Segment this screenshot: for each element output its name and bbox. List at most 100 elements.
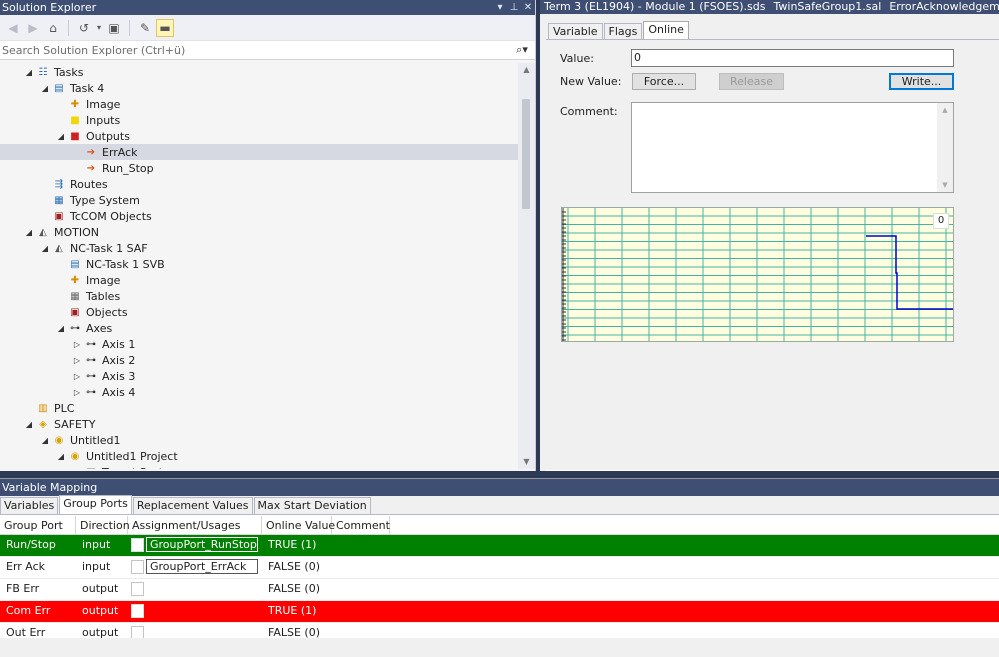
properties-wrench-icon[interactable]: ✎ (136, 19, 154, 37)
expanded-arrow-icon[interactable]: ◢ (38, 84, 52, 93)
tree-scrollbar[interactable]: ▲ ▼ (518, 63, 535, 469)
tree-item[interactable]: ◢ ▤ Task 4 (0, 80, 518, 96)
tree-item[interactable]: ◢ ◉ Untitled1 Project (0, 448, 518, 464)
history-icon[interactable]: ↺ (75, 19, 93, 37)
tree-item[interactable]: ◢ ⊶ Axes (0, 320, 518, 336)
release-button[interactable]: Release (719, 73, 784, 90)
search-input[interactable]: Search Solution Explorer (Ctrl+ü) (2, 44, 509, 57)
tree-item[interactable]: ⇶ Routes (0, 176, 518, 192)
comment-cell[interactable] (332, 601, 999, 622)
tab-variables[interactable]: Variables (0, 497, 59, 514)
comment-cell[interactable] (332, 535, 999, 556)
home-icon[interactable]: ⌂ (44, 19, 62, 37)
close-icon[interactable]: ✕ (521, 0, 535, 15)
expanded-arrow-icon[interactable]: ◢ (22, 228, 36, 237)
col-group-port[interactable]: Group Port (0, 516, 76, 534)
preview-toggle-icon[interactable]: ▬ (156, 18, 174, 37)
scroll-up-icon[interactable]: ▲ (937, 103, 953, 117)
tree-item[interactable]: ▣ Target System (0, 464, 518, 470)
tab-online[interactable]: Online (643, 21, 689, 39)
tree-item[interactable]: ◢ ◭ MOTION (0, 224, 518, 240)
expanded-arrow-icon[interactable]: ◢ (22, 68, 36, 77)
tree-item[interactable]: ➔ Run_Stop (0, 160, 518, 176)
scroll-up-icon[interactable]: ▲ (518, 63, 535, 77)
expanded-arrow-icon[interactable]: ◢ (38, 436, 52, 445)
collapse-all-icon[interactable]: ▣ (105, 19, 123, 37)
tree-item[interactable]: ➔ ErrAck (0, 144, 518, 160)
tab-max-start-deviation[interactable]: Max Start Deviation (253, 497, 371, 514)
tree-item[interactable]: ▦ Type System (0, 192, 518, 208)
doc-tab-sds[interactable]: Term 3 (EL1904) - Module 1 (FSOES).sds (540, 0, 770, 14)
expanded-arrow-icon[interactable]: ◢ (54, 452, 68, 461)
table-row[interactable]: Out Err output FALSE (0) (0, 623, 999, 638)
table-row[interactable]: Run/Stop input GroupPort_RunStop TRUE (1) (0, 535, 999, 557)
scrollbar-thumb[interactable] (522, 99, 530, 209)
pin-icon[interactable]: ⊥ (507, 0, 521, 15)
col-comment[interactable]: Comment (332, 516, 390, 534)
tree-item[interactable]: ▤ NC-Task 1 SVB (0, 256, 518, 272)
collapsed-arrow-icon[interactable]: ▷ (70, 340, 84, 349)
tree-item[interactable]: ✚ Image (0, 96, 518, 112)
assignment-browse-button[interactable] (131, 538, 144, 552)
tree-item[interactable]: ✚ Image (0, 272, 518, 288)
tree-item[interactable]: ▷ ⊶ Axis 3 (0, 368, 518, 384)
assignment-link[interactable]: GroupPort_ErrAck (146, 559, 258, 574)
assignment-browse-button[interactable] (131, 604, 144, 618)
col-assignment[interactable]: Assignment/Usages (128, 516, 262, 534)
assignment-browse-button[interactable] (131, 560, 144, 574)
collapsed-arrow-icon[interactable]: ▷ (70, 388, 84, 397)
tree-item[interactable]: ◢ ■ Outputs (0, 128, 518, 144)
force-button[interactable]: Force... (632, 73, 696, 90)
chevron-down-icon[interactable]: ▾ (95, 19, 103, 37)
table-row[interactable]: FB Err output FALSE (0) (0, 579, 999, 601)
expanded-arrow-icon[interactable]: ◢ (54, 324, 68, 333)
value-field[interactable]: 0 (631, 49, 954, 67)
comment-cell[interactable] (332, 623, 999, 638)
dropdown-arrow-icon[interactable]: ▾ (493, 0, 507, 15)
tree-item[interactable]: ▥ PLC (0, 400, 518, 416)
col-direction[interactable]: Direction (76, 516, 130, 534)
tree-item[interactable]: ▣ Objects (0, 304, 518, 320)
scroll-down-icon[interactable]: ▼ (518, 455, 535, 469)
scroll-down-icon[interactable]: ▼ (937, 178, 953, 192)
doc-tab-sal[interactable]: TwinSafeGroup1.sal (770, 0, 886, 14)
collapsed-arrow-icon[interactable]: ▷ (70, 372, 84, 381)
tree-item[interactable]: ▷ ⊶ Axis 4 (0, 384, 518, 400)
tree-item-label: Objects (86, 305, 128, 319)
comment-cell[interactable] (332, 579, 999, 600)
tree-item[interactable]: ◢ ◉ Untitled1 (0, 432, 518, 448)
forward-icon[interactable]: ▶ (24, 19, 42, 37)
tree-item[interactable]: ◢ ☷ Tasks (0, 64, 518, 80)
table-row[interactable]: Com Err output TRUE (1) (0, 601, 999, 623)
assignment-browse-button[interactable] (131, 626, 144, 638)
expanded-arrow-icon[interactable]: ◢ (22, 420, 36, 429)
tab-replacement-values[interactable]: Replacement Values (132, 497, 253, 514)
tab-variable[interactable]: Variable (548, 23, 603, 39)
table-row[interactable]: Err Ack input GroupPort_ErrAck FALSE (0) (0, 557, 999, 579)
tree-item[interactable]: ▦ Tables (0, 288, 518, 304)
comment-textarea[interactable]: ▲ ▼ (631, 102, 954, 193)
tree-item[interactable]: ■ Inputs (0, 112, 518, 128)
tree-item[interactable]: ▣ TcCOM Objects (0, 208, 518, 224)
tree-item[interactable]: ◢ ◭ NC-Task 1 SAF (0, 240, 518, 256)
search-icon[interactable]: ⌕▾ (509, 43, 535, 57)
doc-tab-error-acknowledge[interactable]: ErrorAcknowledgeme (885, 0, 999, 14)
expanded-arrow-icon[interactable]: ◢ (38, 244, 52, 253)
comment-scrollbar[interactable]: ▲ ▼ (937, 103, 953, 192)
col-online-value[interactable]: Online Value (262, 516, 335, 534)
tree-item[interactable]: ◢ ◈ SAFETY (0, 416, 518, 432)
comment-cell[interactable] (332, 557, 999, 578)
solution-explorer-search[interactable]: Search Solution Explorer (Ctrl+ü) ⌕▾ (0, 41, 535, 60)
write-button[interactable]: Write... (889, 73, 954, 90)
tree-item[interactable]: ▷ ⊶ Axis 1 (0, 336, 518, 352)
axis-icon: ⊶ (86, 386, 96, 398)
toolbar-separator (129, 19, 130, 36)
assignment-browse-button[interactable] (131, 582, 144, 596)
assignment-link[interactable]: GroupPort_RunStop (146, 537, 258, 552)
expanded-arrow-icon[interactable]: ◢ (54, 132, 68, 141)
tab-flags[interactable]: Flags (603, 23, 643, 39)
collapsed-arrow-icon[interactable]: ▷ (70, 356, 84, 365)
tab-group-ports[interactable]: Group Ports (59, 495, 132, 514)
back-icon[interactable]: ◀ (4, 19, 22, 37)
tree-item[interactable]: ▷ ⊶ Axis 2 (0, 352, 518, 368)
